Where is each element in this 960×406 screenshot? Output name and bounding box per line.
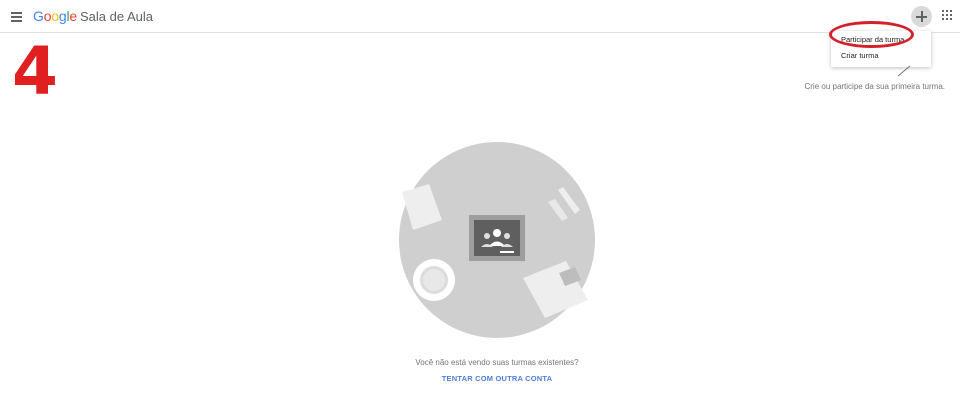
hamburger-menu-icon[interactable] bbox=[10, 8, 26, 24]
menu-item-join-class[interactable]: Participar da turma bbox=[831, 33, 931, 47]
google-apps-grid-icon[interactable] bbox=[942, 10, 954, 22]
step-number-annotation: 4 bbox=[12, 33, 58, 110]
hint-text: Crie ou participe da sua primeira turma. bbox=[804, 82, 945, 91]
app-name: Sala de Aula bbox=[80, 9, 154, 24]
google-logo: Google bbox=[33, 8, 77, 24]
add-class-plus-icon[interactable] bbox=[911, 6, 932, 27]
classroom-empty-illustration bbox=[399, 142, 595, 338]
no-classes-message: Você não está vendo suas turmas existent… bbox=[415, 358, 579, 367]
try-another-account-link[interactable]: TENTAR COM OUTRA CONTA bbox=[397, 374, 597, 383]
top-app-bar: Google Sala de Aula bbox=[0, 0, 960, 33]
app-brand[interactable]: Google Sala de Aula bbox=[33, 8, 153, 26]
hint-arrow-icon bbox=[897, 65, 911, 77]
